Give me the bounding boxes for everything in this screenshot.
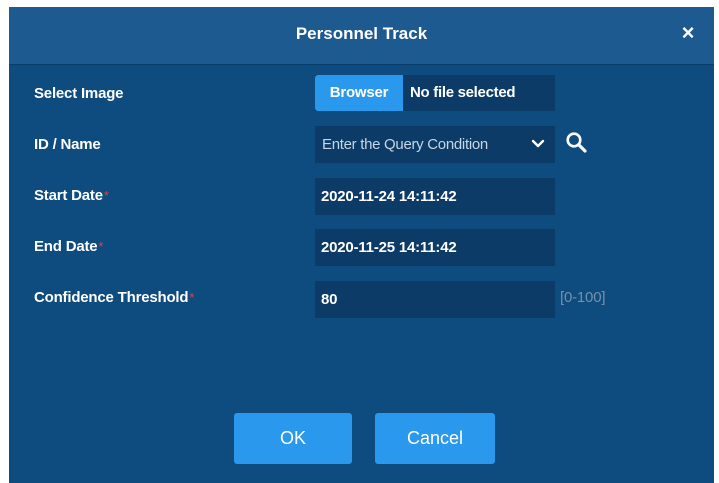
ok-button[interactable]: OK — [234, 413, 352, 464]
range-hint: [0-100] — [560, 289, 606, 306]
end-date-input[interactable]: 2020-11-25 14:11:42 — [315, 229, 555, 266]
id-name-select[interactable]: Enter the Query Condition — [315, 126, 555, 163]
select-image-label-text: Select Image — [34, 85, 124, 102]
cancel-button[interactable]: Cancel — [375, 413, 495, 464]
file-picker[interactable]: Browser No file selected — [315, 75, 555, 111]
confidence-threshold-input[interactable]: 80 — [315, 281, 555, 318]
start-date-label: Start Date* — [34, 187, 109, 204]
close-icon[interactable]: × — [676, 21, 700, 45]
required-asterisk: * — [103, 188, 109, 203]
id-name-label: ID / Name — [34, 136, 101, 153]
search-icon[interactable] — [565, 131, 587, 153]
confidence-threshold-label-text: Confidence Threshold — [34, 289, 189, 306]
file-status-text: No file selected — [410, 84, 516, 101]
dialog-titlebar: Personnel Track × — [9, 7, 714, 65]
id-name-placeholder: Enter the Query Condition — [322, 136, 488, 153]
end-date-label-text: End Date — [34, 238, 98, 255]
id-name-label-text: ID / Name — [34, 136, 101, 153]
dialog-title: Personnel Track — [295, 24, 428, 43]
chevron-down-icon — [531, 139, 545, 148]
start-date-input[interactable]: 2020-11-24 14:11:42 — [315, 178, 555, 215]
required-asterisk: * — [98, 239, 104, 254]
confidence-threshold-label: Confidence Threshold* — [34, 289, 194, 306]
select-image-label: Select Image — [34, 85, 124, 102]
personnel-track-dialog: Personnel Track × Select Image Browser N… — [9, 7, 714, 483]
required-asterisk: * — [189, 290, 195, 305]
start-date-label-text: Start Date — [34, 187, 103, 204]
browse-button[interactable]: Browser — [315, 75, 403, 111]
end-date-label: End Date* — [34, 238, 103, 255]
